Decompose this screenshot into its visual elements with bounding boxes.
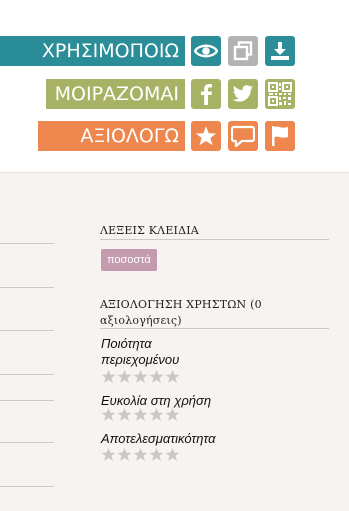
- star-rating-ease-of-use[interactable]: [101, 407, 180, 422]
- view-button[interactable]: [191, 36, 221, 66]
- rating-star-icon[interactable]: [101, 369, 116, 384]
- rating-star-icon[interactable]: [133, 369, 148, 384]
- twitter-icon: [232, 85, 253, 102]
- content-divider: [0, 442, 54, 443]
- rating-star-icon[interactable]: [165, 407, 180, 422]
- rating-star-icon[interactable]: [149, 407, 164, 422]
- copy-icon: [233, 41, 253, 61]
- star-rating-content-quality[interactable]: [101, 369, 180, 384]
- user-ratings-heading: ΑΞΙΟΛΟΓΗΣΗ ΧΡΗΣΤΩΝ (0 αξιολογήσεις): [100, 298, 262, 327]
- use-label: ΧΡΗΣΙΜΟΠΟΙΩ: [0, 36, 185, 66]
- rate-button[interactable]: [191, 121, 221, 151]
- rate-actions-row: ΑΞΙΟΛΟΓΩ: [0, 121, 349, 151]
- rating-label-effectiveness: Αποτελεσματικότητα: [101, 431, 216, 446]
- comment-button[interactable]: [228, 121, 258, 151]
- qr-code-button[interactable]: [265, 79, 295, 109]
- rating-star-icon[interactable]: [133, 447, 148, 462]
- content-divider: [0, 400, 54, 401]
- rating-star-icon[interactable]: [133, 407, 148, 422]
- rating-star-icon[interactable]: [101, 447, 116, 462]
- content-divider: [0, 486, 54, 487]
- keywords-heading: ΛΕΞΕΙΣ ΚΛΕΙΔΙΑ: [100, 224, 199, 237]
- keyword-tag[interactable]: ποσοστά: [101, 249, 157, 271]
- facebook-icon: [201, 84, 212, 105]
- content-divider: [0, 243, 54, 244]
- rating-label-content-quality: Ποιότητα περιεχομένου: [101, 336, 180, 367]
- rating-star-icon[interactable]: [165, 447, 180, 462]
- rate-label: ΑΞΙΟΛΟΓΩ: [38, 121, 185, 151]
- flag-icon: [272, 126, 288, 146]
- download-button[interactable]: [265, 36, 295, 66]
- content-divider: [0, 330, 54, 331]
- rating-star-icon[interactable]: [117, 369, 132, 384]
- rating-star-icon[interactable]: [149, 447, 164, 462]
- star-rating-effectiveness[interactable]: [101, 447, 180, 462]
- keywords-rule: [100, 239, 329, 240]
- rating-star-icon[interactable]: [149, 369, 164, 384]
- star-icon: [195, 126, 217, 146]
- qr-code-icon: [268, 82, 292, 106]
- download-icon: [271, 42, 289, 60]
- rating-star-icon[interactable]: [117, 407, 132, 422]
- twitter-share-button[interactable]: [228, 79, 258, 109]
- content-divider: [0, 287, 54, 288]
- panel-divider: [0, 172, 349, 173]
- ratings-rule: [100, 328, 329, 329]
- eye-icon: [194, 44, 218, 58]
- rating-star-icon[interactable]: [117, 447, 132, 462]
- copy-button[interactable]: [228, 36, 258, 66]
- comment-icon: [231, 125, 255, 147]
- report-button[interactable]: [265, 121, 295, 151]
- share-label: ΜΟΙΡΑΖΟΜΑΙ: [46, 79, 185, 109]
- facebook-share-button[interactable]: [191, 79, 221, 109]
- use-actions-row: ΧΡΗΣΙΜΟΠΟΙΩ: [0, 36, 349, 66]
- content-divider: [0, 374, 54, 375]
- rating-star-icon[interactable]: [101, 407, 116, 422]
- rating-star-icon[interactable]: [165, 369, 180, 384]
- share-actions-row: ΜΟΙΡΑΖΟΜΑΙ: [0, 79, 349, 109]
